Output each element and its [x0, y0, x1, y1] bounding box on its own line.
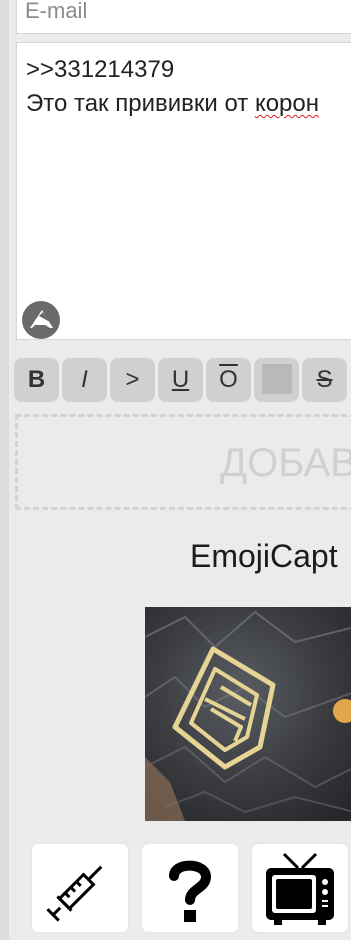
question-mark-icon: [169, 860, 212, 922]
overline-button[interactable]: O: [206, 358, 251, 402]
captcha-option-television[interactable]: [252, 844, 348, 932]
drawing-app-icon: [30, 310, 53, 329]
file-dropzone[interactable]: ДОБАВ: [15, 414, 351, 510]
captcha-title: EmojiCapt: [190, 538, 338, 574]
spoiler-button[interactable]: [254, 358, 299, 402]
bold-button[interactable]: B: [14, 358, 59, 402]
quote-button[interactable]: >: [110, 358, 155, 402]
email-placeholder: E-mail: [25, 0, 88, 23]
drawing-app-button[interactable]: [22, 301, 60, 339]
dropzone-label: ДОБАВ: [220, 441, 351, 485]
strike-label: S: [316, 366, 333, 393]
email-field[interactable]: E-mail: [16, 0, 351, 34]
quote-label: >: [125, 366, 140, 393]
spoiler-swatch: [261, 363, 292, 394]
underline-label: U: [171, 366, 190, 393]
bold-label: B: [27, 366, 46, 393]
strike-button[interactable]: S: [302, 358, 347, 402]
comment-textarea[interactable]: >>331214379 Это так прививки от корон: [16, 42, 351, 340]
comment-text-line: Это так прививки от корон: [26, 89, 319, 119]
comment-reply-link-text: >>331214379: [26, 56, 175, 83]
syringe-icon: [46, 865, 103, 922]
overline-label: O: [219, 366, 238, 393]
italic-button[interactable]: I: [62, 358, 107, 402]
captcha-image: [145, 607, 351, 821]
italic-label: I: [81, 366, 88, 393]
television-icon: [266, 852, 334, 925]
captcha-option-syringe[interactable]: [32, 844, 128, 932]
comment-text: Это так прививки от: [26, 90, 255, 117]
underline-button[interactable]: U: [158, 358, 203, 402]
misspelled-word: корон: [254, 90, 320, 117]
captcha-option-question[interactable]: [142, 844, 238, 932]
page-left-border: [0, 0, 9, 940]
